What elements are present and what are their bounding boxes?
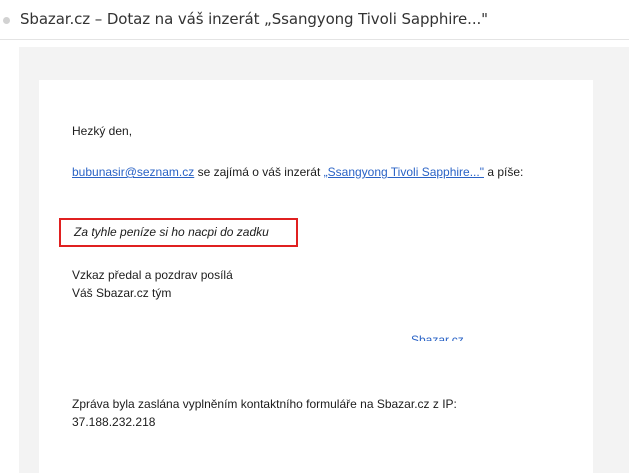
footer-note: Zpráva byla zaslána vyplněním kontaktníh… xyxy=(72,395,552,431)
intro-paragraph: bubunasir@seznam.cz se zajímá o váš inze… xyxy=(72,164,552,180)
message-highlight-box: Za tyhle peníze si ho nacpi do zadku xyxy=(59,218,298,247)
signoff-text: Vzkaz předal a pozdrav posílá xyxy=(72,268,233,282)
listing-link[interactable]: „Ssangyong Tivoli Sapphire..." xyxy=(324,165,484,179)
footer-line: Zpráva byla zaslána vyplněním kontaktníh… xyxy=(72,397,457,411)
intro-middle-text: se zajímá o váš inzerát xyxy=(194,165,324,179)
email-subject: Sbazar.cz – Dotaz na váš inzerát „Ssangy… xyxy=(20,10,488,28)
footer-ip: 37.188.232.218 xyxy=(72,415,156,429)
sbazar-site-link[interactable]: Sbazar.cz xyxy=(411,332,471,341)
intro-end-text: a píše: xyxy=(484,165,524,179)
email-card: Hezký den, bubunasir@seznam.cz se zajímá… xyxy=(39,80,593,473)
greeting-text: Hezký den, xyxy=(72,124,133,138)
email-body-background: Hezký den, bubunasir@seznam.cz se zajímá… xyxy=(19,47,629,473)
sbazar-site-link-label: Sbazar.cz xyxy=(411,333,464,341)
sender-email-link[interactable]: bubunasir@seznam.cz xyxy=(72,165,194,179)
email-header: Sbazar.cz – Dotaz na váš inzerát „Ssangy… xyxy=(0,0,629,40)
status-dot-icon xyxy=(3,17,10,24)
message-text: Za tyhle peníze si ho nacpi do zadku xyxy=(74,225,269,239)
signature-text: Váš Sbazar.cz tým xyxy=(72,286,172,300)
